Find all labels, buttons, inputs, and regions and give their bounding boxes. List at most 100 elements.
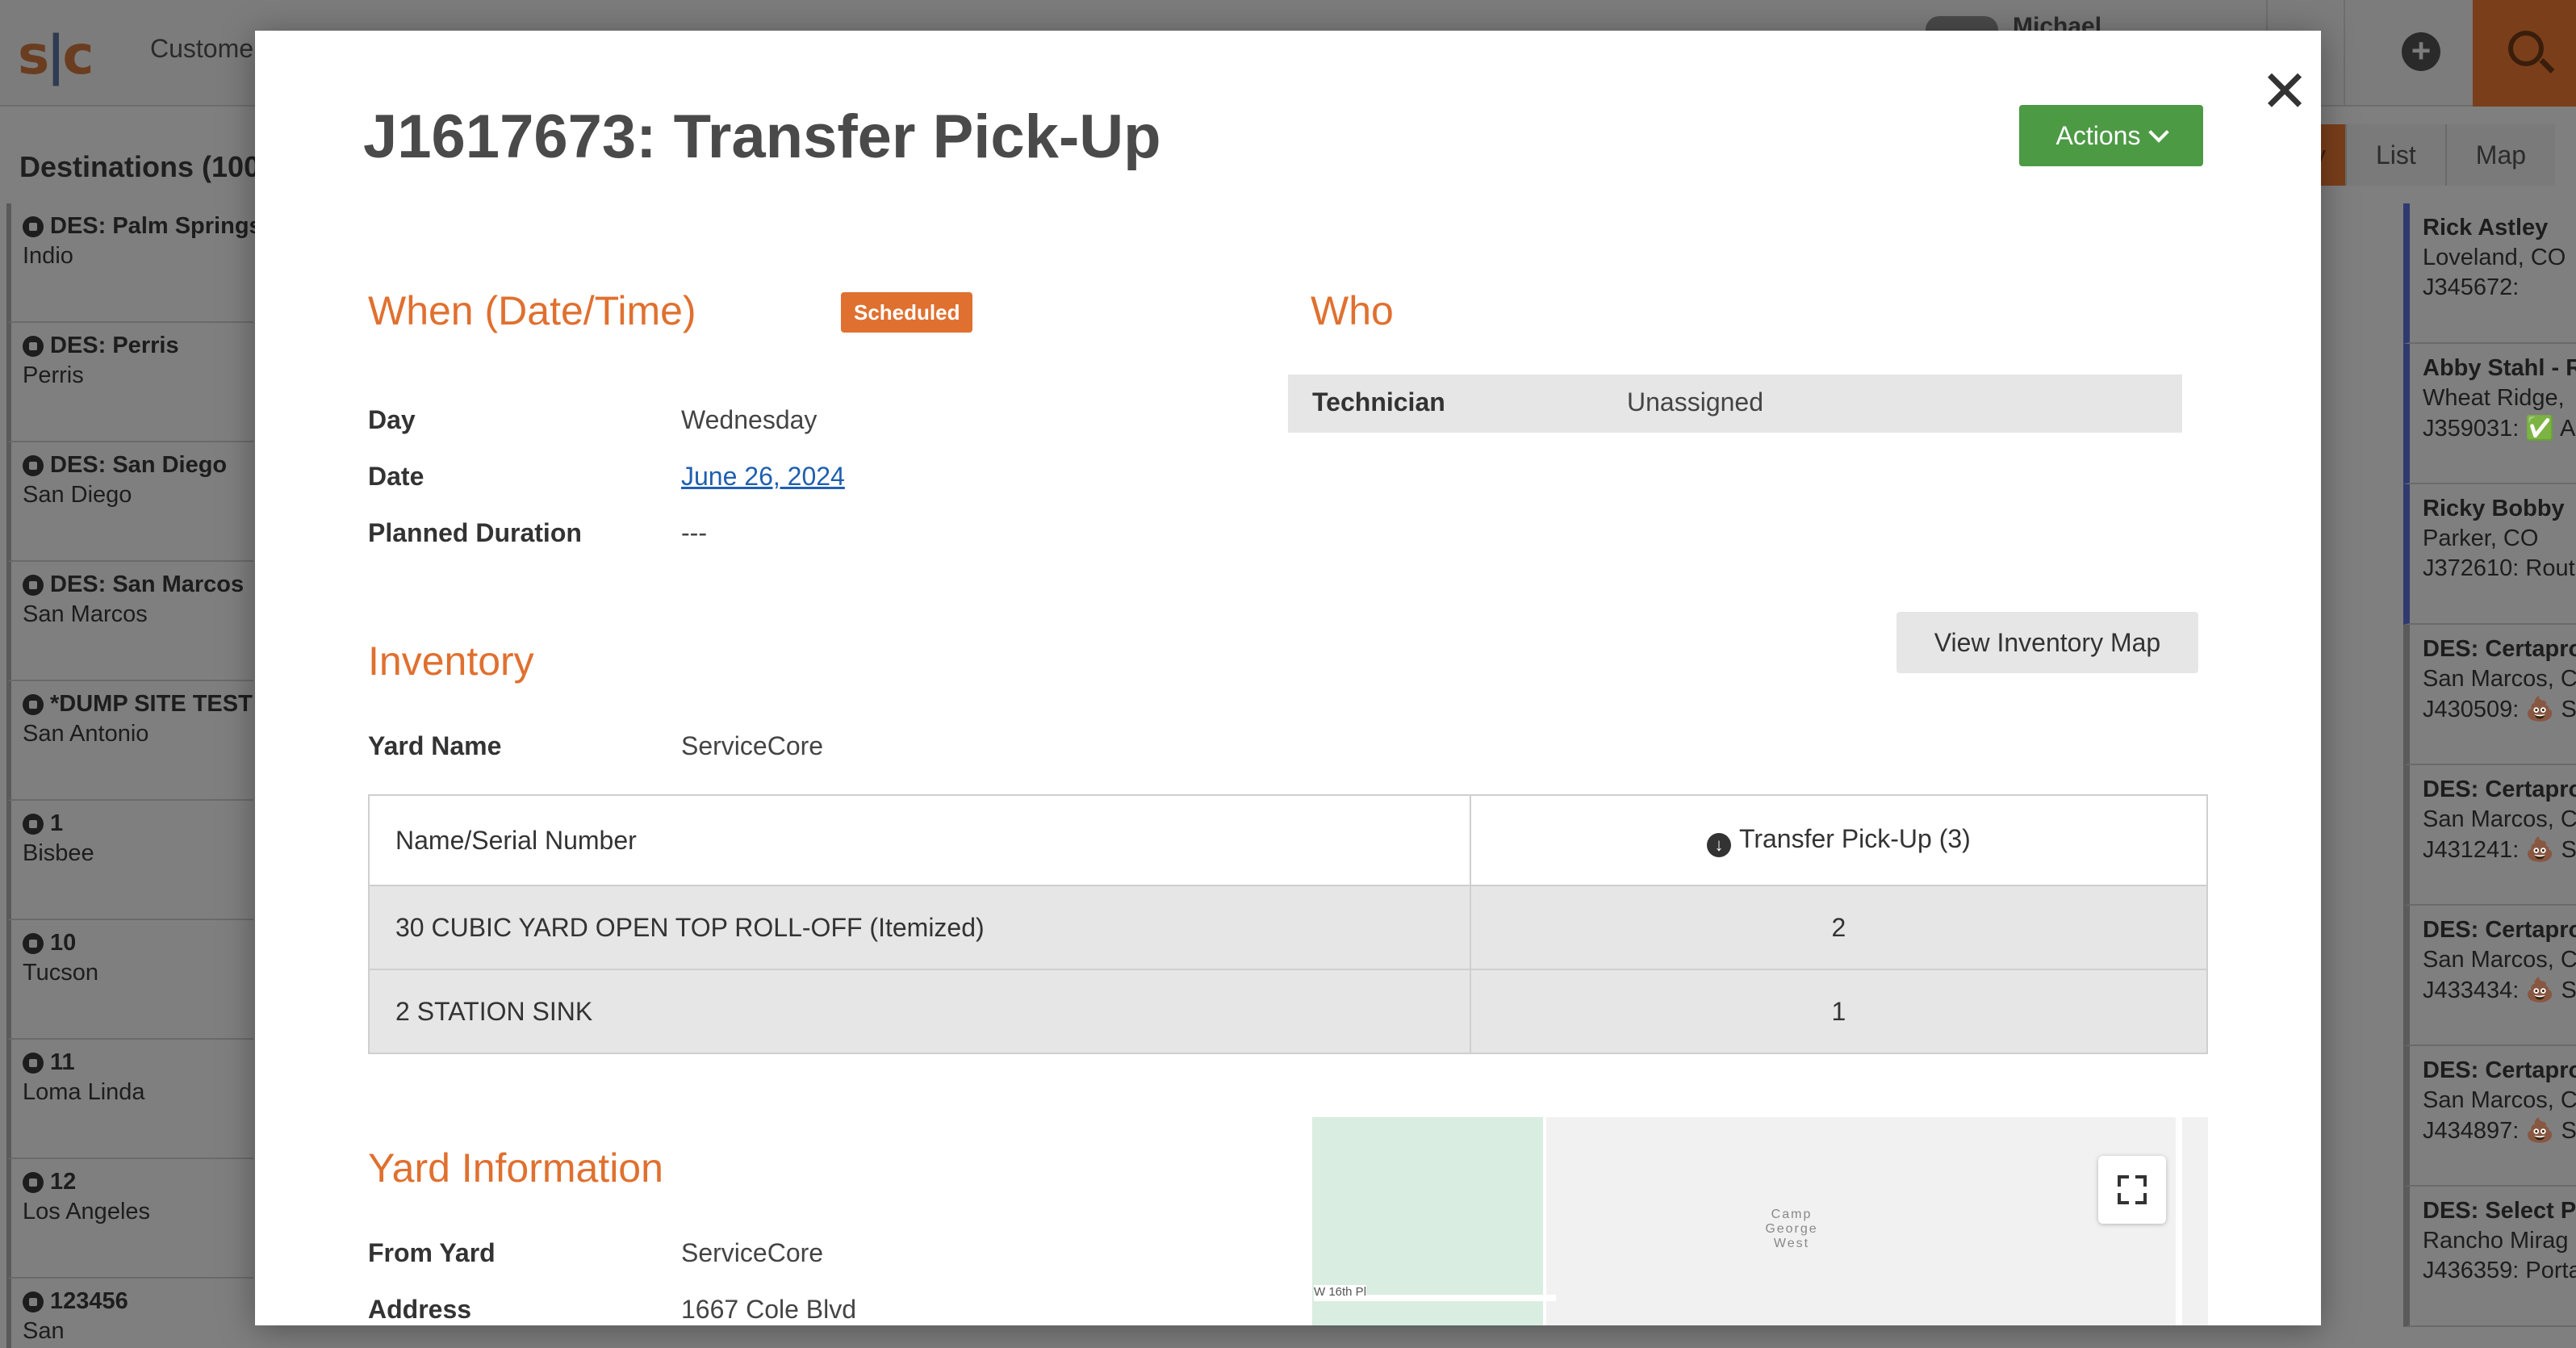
technician-label: Technician [1312,387,1445,417]
logo-left: s [18,24,49,86]
destination-name: DES: Perris [23,333,253,359]
job-card-summary: J359031: ✅ Ac [2423,416,2576,442]
close-icon[interactable]: ✕ [2248,55,2321,128]
job-card[interactable]: Abby Stahl - R Wheat Ridge, J359031: ✅ Ac [2403,344,2576,484]
stop-circle-icon [23,574,44,596]
plus-circle-icon: + [2402,32,2440,71]
technician-row: Technician Unassigned [1288,375,2182,433]
stop-circle-icon [23,1171,44,1193]
date-label: Date [368,462,424,491]
map-street-label: W 16th Pl [1314,1285,1367,1299]
yard-location-map[interactable]: Camp George West W 16th Pl [1312,1117,2208,1325]
job-card-summary: J434897: 💩 Se [2423,1118,2576,1144]
destination-name-text: DES: San Diego [50,452,228,478]
job-card-summary: J436359: Porta [2423,1258,2576,1283]
destination-name: 10 [23,930,253,957]
search-icon [2508,31,2544,66]
stop-circle-icon [23,1291,44,1312]
job-cards-list: Rick Astley Loveland, CO J345672: Abby Stah… [2403,203,2576,1327]
day-value: Wednesday [681,405,818,434]
fullscreen-icon-part [2135,1175,2147,1187]
destination-name-text: DES: San Marcos [50,571,245,597]
from-yard-label: From Yard [368,1238,496,1267]
job-card-summary: J345672: [2423,274,2520,300]
view-inventory-map-button[interactable]: View Inventory Map [1896,612,2198,673]
job-card-location: Wheat Ridge, [2423,385,2565,411]
stop-circle-icon [23,335,44,357]
destination-item[interactable]: *DUMP SITE TEST San Antonio [6,681,253,801]
inventory-item-quantity: 1 [1469,969,2209,1054]
job-card-location: Rancho Mirag [2423,1228,2569,1254]
job-card-name: DES: Certapro [2423,1057,2576,1083]
job-card[interactable]: Rick Astley Loveland, CO J345672: [2403,203,2576,344]
from-yard-value: ServiceCore [681,1238,824,1267]
destination-name-text: 1 [50,810,64,836]
map-fullscreen-button[interactable] [2098,1156,2166,1224]
job-card[interactable]: DES: Certapro San Marcos, C J431241: 💩 Se [2403,765,2576,906]
fullscreen-icon-part [2135,1193,2147,1204]
job-card[interactable]: DES: Select Po Rancho Mirag J436359: Porta [2403,1187,2576,1327]
destination-name: 11 [23,1049,253,1076]
inventory-item-name: 2 STATION SINK [368,969,1471,1054]
date-link[interactable]: June 26, 2024 [681,462,845,491]
chevron-down-icon [2148,122,2170,143]
job-card[interactable]: Ricky Bobby Parker, CO J372610: Rout [2403,484,2576,625]
destination-city: San Antonio [23,721,149,747]
destination-item[interactable]: 12 Los Angeles [6,1159,253,1279]
table-header-row: Name/Serial Number ↓ Transfer Pick-Up (3) [368,794,2209,886]
inventory-item-name: 30 CUBIC YARD OPEN TOP ROLL-OFF (Itemize… [368,885,1471,970]
stop-circle-icon [23,932,44,954]
destination-item[interactable]: DES: Perris Perris [6,323,253,442]
destination-item[interactable]: 10 Tucson [6,920,253,1040]
destination-city: Bisbee [23,840,94,866]
job-card[interactable]: DES: Certapro San Marcos, C J430509: 💩 Se [2403,625,2576,765]
destination-name: DES: Palm Springs [23,213,262,240]
job-card-location: Loveland, CO [2423,245,2566,270]
job-card-name: Abby Stahl - R [2423,355,2576,381]
job-card-location: San Marcos, C [2423,806,2576,832]
stop-circle-icon [23,693,44,715]
servicecore-logo[interactable]: s|c [18,24,94,86]
destination-name-text: 12 [50,1169,77,1195]
job-card-summary: J431241: 💩 Se [2423,837,2576,863]
planned-duration-label: Planned Duration [368,518,582,547]
when-heading: When (Date/Time) [368,288,696,333]
destination-name-text: 11 [50,1049,75,1075]
job-card[interactable]: DES: Certapro San Marcos, C J434897: 💩 Se [2403,1046,2576,1187]
job-card-summary: J433434: 💩 Se [2423,978,2576,1003]
destination-item[interactable]: 1 Bisbee [6,801,253,920]
job-card-location: Parker, CO [2423,525,2539,551]
destination-item[interactable]: 11 Loma Linda [6,1040,253,1159]
job-detail-modal: ✕ J1617673: Transfer Pick-Up Actions Whe… [255,31,2321,1325]
destination-city: San Diego [23,482,132,508]
destination-item[interactable]: DES: Palm Springs Indio [6,203,262,323]
destination-item[interactable]: 123456 San [6,1279,253,1348]
stop-circle-icon [23,454,44,476]
job-card[interactable]: DES: Certapro San Marcos, C J433434: 💩 Se [2403,906,2576,1046]
map-place-label: Camp George West [1765,1208,1818,1250]
yard-information-heading: Yard Information [368,1145,663,1191]
view-map-tab[interactable]: Map [2444,124,2556,186]
destination-city: San Marcos [23,601,148,627]
job-card-summary: J372610: Rout [2423,555,2575,581]
inventory-item-quantity: 2 [1469,885,2209,970]
job-card-location: San Marcos, C [2423,1087,2576,1113]
day-label: Day [368,405,416,434]
modal-title: J1617673: Transfer Pick-Up [363,103,1161,171]
job-card-name: DES: Certapro [2423,636,2576,662]
logo-separator: | [46,24,65,86]
destination-name-text: 123456 [50,1288,128,1314]
destination-item[interactable]: DES: San Marcos San Marcos [6,562,253,681]
column-header-transfer-pickup-label: Transfer Pick-Up (3) [1738,823,1971,853]
arrow-down-circle-icon: ↓ [1706,832,1731,857]
destination-name-text: *DUMP SITE TEST [50,691,253,717]
actions-dropdown-button[interactable]: Actions [2019,105,2203,166]
logo-right: c [62,24,94,86]
destination-item[interactable]: DES: San Diego San Diego [6,442,253,562]
destination-city: San [23,1318,65,1344]
table-row: 2 STATION SINK 1 [368,969,2209,1054]
destination-city: Loma Linda [23,1079,145,1105]
nav-customers-link[interactable]: Custome [150,34,253,64]
job-card-name: Rick Astley [2423,215,2549,241]
view-list-tab[interactable]: List [2345,124,2445,186]
